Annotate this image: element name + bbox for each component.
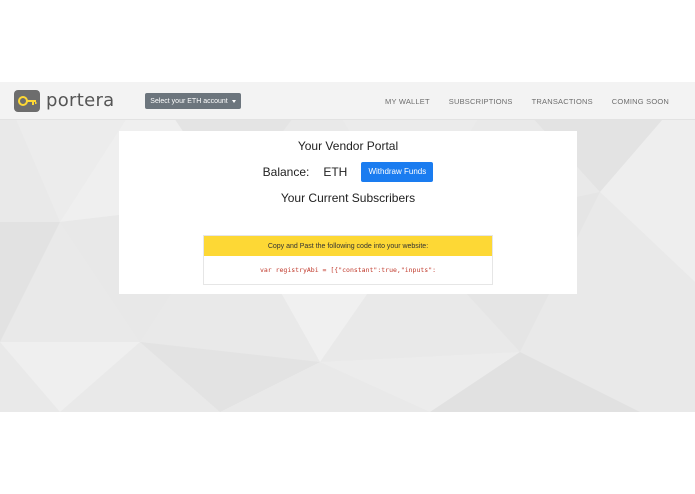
embed-code-snippet[interactable]: var registryAbi = [{"constant":true,"inp… xyxy=(204,256,492,284)
eth-account-select[interactable]: Select your ETH account xyxy=(145,93,241,109)
withdraw-funds-button[interactable]: Withdraw Funds xyxy=(361,161,434,182)
nav-subscriptions[interactable]: SUBSCRIPTIONS xyxy=(449,97,513,106)
page-stage: portera Select your ETH account MY WALLE… xyxy=(0,82,695,412)
subscribers-title: Your Current Subscribers xyxy=(280,191,416,205)
page-title: Your Vendor Portal xyxy=(297,139,399,153)
nav-coming-soon[interactable]: COMING SOON xyxy=(612,97,669,106)
brand-name: portera xyxy=(46,90,115,111)
key-icon xyxy=(14,90,40,112)
embed-code-header: Copy and Past the following code into yo… xyxy=(204,236,492,256)
caret-down-icon xyxy=(231,99,236,103)
nav-my-wallet[interactable]: MY WALLET xyxy=(385,97,430,106)
embed-code-box: Copy and Past the following code into yo… xyxy=(203,235,493,285)
vendor-portal-card: Your Vendor Portal Balance: ETH Withdraw… xyxy=(119,131,577,294)
balance-unit: ETH xyxy=(323,164,348,179)
nav-links: MY WALLET SUBSCRIPTIONS TRANSACTIONS COM… xyxy=(366,82,669,120)
nav-transactions[interactable]: TRANSACTIONS xyxy=(532,97,593,106)
top-navbar: portera Select your ETH account MY WALLE… xyxy=(0,82,695,120)
balance-label: Balance: xyxy=(262,164,310,179)
brand-logo-link[interactable]: portera xyxy=(14,90,115,112)
eth-account-select-label: Select your ETH account xyxy=(150,97,228,105)
balance-row: Balance: ETH Withdraw Funds xyxy=(119,161,577,182)
